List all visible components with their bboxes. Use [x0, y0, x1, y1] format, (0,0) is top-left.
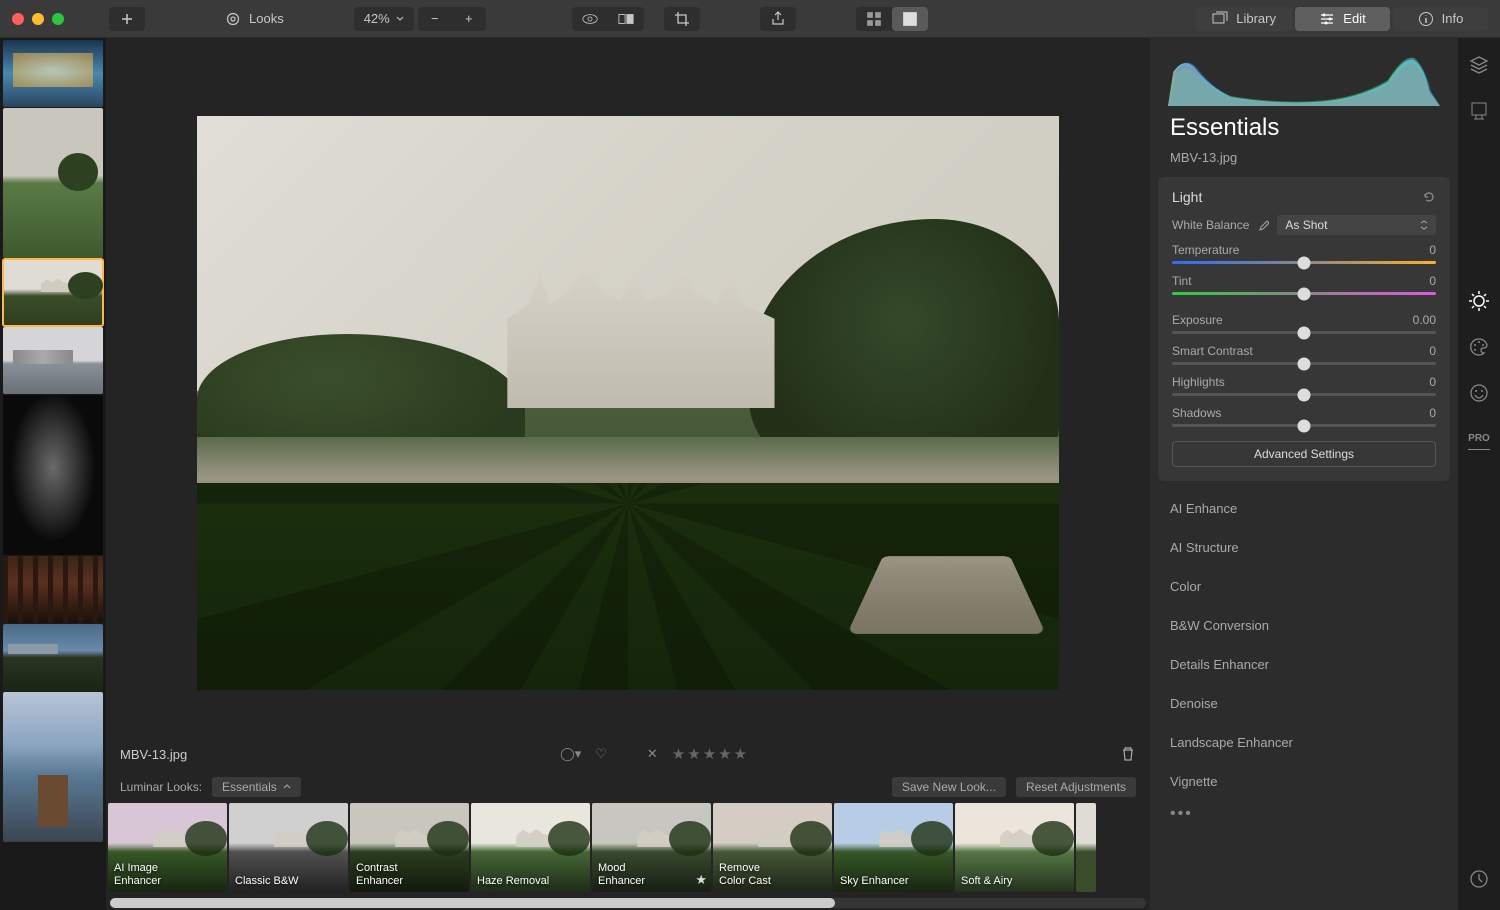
wb-dropdown[interactable]: As Shot — [1277, 215, 1436, 235]
tab-info[interactable]: Info — [1393, 7, 1488, 31]
share-button[interactable] — [760, 7, 796, 31]
color-tag-button[interactable]: ◯▾ — [560, 746, 581, 762]
reject-button[interactable]: ✕ — [647, 746, 658, 762]
looks-scrollbar[interactable] — [110, 898, 1146, 908]
looks-label: Looks — [249, 11, 284, 26]
look-preset[interactable]: Soft & Airy — [955, 803, 1074, 892]
zoom-dropdown[interactable]: 42% — [354, 7, 414, 31]
add-button[interactable] — [109, 7, 145, 31]
edit-panel: Essentials MBV-13.jpg Light White Balanc… — [1150, 38, 1458, 910]
pro-tool-icon[interactable]: PRO — [1468, 428, 1490, 450]
single-view-button[interactable] — [892, 7, 928, 31]
look-preset[interactable]: Haze Removal — [471, 803, 590, 892]
section-b-w-conversion[interactable]: B&W Conversion — [1150, 606, 1458, 645]
image-footer: MBV-13.jpg ◯▾ ♡ ✕ ★★★★★ — [106, 737, 1150, 771]
section-vignette[interactable]: Vignette — [1150, 762, 1458, 801]
look-preset[interactable]: Contrast Enhancer — [350, 803, 469, 892]
rating-stars[interactable]: ★★★★★ — [672, 745, 747, 763]
thumbnail[interactable] — [3, 624, 103, 691]
histogram[interactable] — [1168, 52, 1440, 106]
save-look-button[interactable]: Save New Look... — [892, 777, 1006, 797]
grid-view-button[interactable] — [856, 7, 892, 31]
section-details-enhancer[interactable]: Details Enhancer — [1150, 645, 1458, 684]
more-icon[interactable]: ••• — [1150, 801, 1458, 831]
library-icon — [1212, 11, 1228, 27]
look-preset[interactable]: Sky Enhancer — [834, 803, 953, 892]
temperature-slider[interactable]: Temperature0 — [1172, 243, 1436, 264]
thumbnail-selected[interactable] — [3, 259, 103, 326]
compare-button[interactable] — [608, 7, 644, 31]
tool-rail: PRO — [1458, 38, 1500, 910]
section-color[interactable]: Color — [1150, 567, 1458, 606]
highlights-slider[interactable]: Highlights0 — [1172, 375, 1436, 396]
canvas-icon[interactable] — [1468, 100, 1490, 122]
looks-label: Luminar Looks: — [120, 780, 202, 794]
section-ai-enhance[interactable]: AI Enhance — [1150, 489, 1458, 528]
layers-icon[interactable] — [1468, 54, 1490, 76]
essentials-tool-icon[interactable] — [1468, 290, 1490, 312]
filename-label: MBV-13.jpg — [120, 747, 187, 762]
light-section: Light White Balance As Shot Temperature0 — [1158, 177, 1450, 481]
looks-row: AI Image Enhancer Classic B&W Contrast E… — [106, 803, 1150, 898]
top-toolbar: Looks 42% − + — [0, 0, 1500, 38]
tab-edit[interactable]: Edit — [1295, 7, 1390, 31]
look-preset[interactable]: Classic B&W — [229, 803, 348, 892]
viewer: MBV-13.jpg ◯▾ ♡ ✕ ★★★★★ Luminar Looks: E… — [106, 38, 1150, 910]
thumbnail[interactable] — [3, 108, 103, 258]
sections-list: AI EnhanceAI StructureColorB&W Conversio… — [1150, 489, 1458, 801]
maximize-icon[interactable] — [52, 13, 64, 25]
eyedropper-icon[interactable] — [1257, 219, 1269, 231]
section-landscape-enhancer[interactable]: Landscape Enhancer — [1150, 723, 1458, 762]
reset-light-button[interactable] — [1422, 190, 1436, 204]
delete-button[interactable] — [1120, 746, 1136, 762]
looks-bar: Luminar Looks: Essentials Save New Look.… — [106, 771, 1150, 803]
looks-category-dropdown[interactable]: Essentials — [212, 777, 301, 797]
shadows-slider[interactable]: Shadows0 — [1172, 406, 1436, 427]
scroll-thumb[interactable] — [110, 898, 835, 908]
minimize-icon[interactable] — [32, 13, 44, 25]
preview-toggle-button[interactable] — [572, 7, 608, 31]
smart-contrast-slider[interactable]: Smart Contrast0 — [1172, 344, 1436, 365]
thumbnail[interactable] — [3, 327, 103, 394]
looks-button[interactable]: Looks — [215, 7, 294, 31]
reset-adjustments-button[interactable]: Reset Adjustments — [1016, 777, 1136, 797]
close-icon[interactable] — [12, 13, 24, 25]
section-denoise[interactable]: Denoise — [1150, 684, 1458, 723]
filmstrip — [0, 38, 106, 910]
thumbnail[interactable] — [3, 40, 103, 107]
window-controls — [12, 13, 64, 25]
sliders-icon — [1319, 11, 1335, 27]
advanced-settings-button[interactable]: Advanced Settings — [1172, 441, 1436, 467]
tab-library[interactable]: Library — [1196, 7, 1292, 31]
look-preset[interactable]: AI Image Enhancer — [108, 803, 227, 892]
portrait-tool-icon[interactable] — [1468, 382, 1490, 404]
section-ai-structure[interactable]: AI Structure — [1150, 528, 1458, 567]
tint-slider[interactable]: Tint0 — [1172, 274, 1436, 295]
thumbnail[interactable] — [3, 692, 103, 842]
exposure-slider[interactable]: Exposure0.00 — [1172, 313, 1436, 334]
history-icon[interactable] — [1468, 868, 1490, 890]
main-image[interactable] — [197, 116, 1059, 690]
crop-button[interactable] — [664, 7, 700, 31]
panel-filename: MBV-13.jpg — [1150, 146, 1458, 177]
panel-title: Essentials — [1150, 112, 1458, 146]
look-preset[interactable] — [1076, 803, 1096, 892]
look-preset[interactable]: Mood Enhancer ★ — [592, 803, 711, 892]
favorite-button[interactable]: ♡ — [595, 746, 607, 762]
look-preset[interactable]: Remove Color Cast — [713, 803, 832, 892]
creative-tool-icon[interactable] — [1468, 336, 1490, 358]
thumbnail[interactable] — [3, 556, 103, 623]
zoom-value: 42% — [364, 11, 390, 26]
wb-label: White Balance — [1172, 218, 1249, 232]
zoom-out-button[interactable]: − — [418, 7, 452, 31]
light-title: Light — [1172, 189, 1202, 205]
zoom-in-button[interactable]: + — [452, 7, 486, 31]
info-icon — [1418, 11, 1434, 27]
thumbnail[interactable] — [3, 395, 103, 555]
